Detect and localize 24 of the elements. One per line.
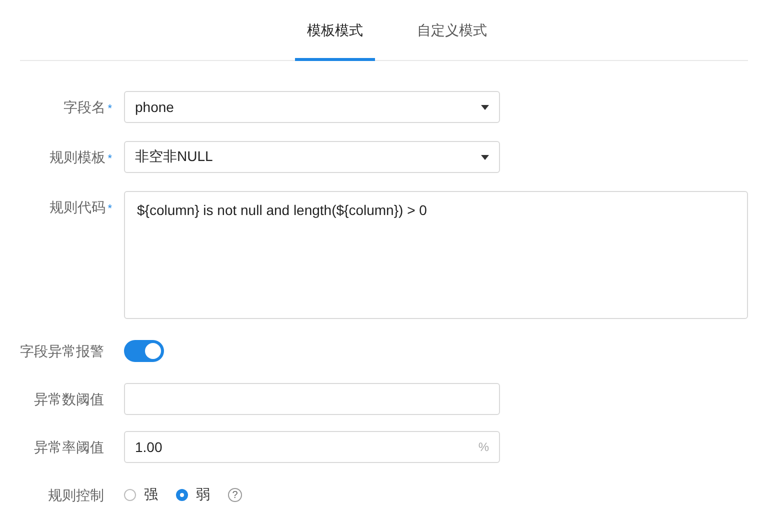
field-label: 字段名 [64,98,106,117]
field-label: 异常率阈值 [34,438,104,457]
tab[interactable]: 模板模式 [295,0,375,61]
caret-icon [481,154,489,160]
field-label: 规则代码 [50,198,106,217]
percent-suffix: % [478,440,489,454]
help-icon[interactable]: ? [228,488,242,502]
input-field[interactable] [124,383,500,415]
field-label: 规则控制 [48,486,104,505]
tab[interactable]: 自定义模式 [405,0,499,61]
input-field[interactable]: 1.00 % [124,431,500,463]
radio-option[interactable]: 强 [124,486,158,504]
caret-icon [481,104,489,110]
required-mark: * [108,152,112,167]
field-label: 字段异常报警 [20,342,104,361]
required-mark: * [108,202,112,217]
select-field[interactable]: 非空非NULL [124,141,500,173]
select-field[interactable]: phone [124,91,500,123]
toggle-switch[interactable] [124,340,164,362]
code-textarea[interactable]: ${column} is not null and length(${column}) > 0 [124,191,748,319]
field-label: 规则模板 [50,148,106,167]
field-label: 异常数阈值 [34,390,104,409]
required-mark: * [108,102,112,117]
radio-option[interactable]: 弱 [176,486,210,504]
